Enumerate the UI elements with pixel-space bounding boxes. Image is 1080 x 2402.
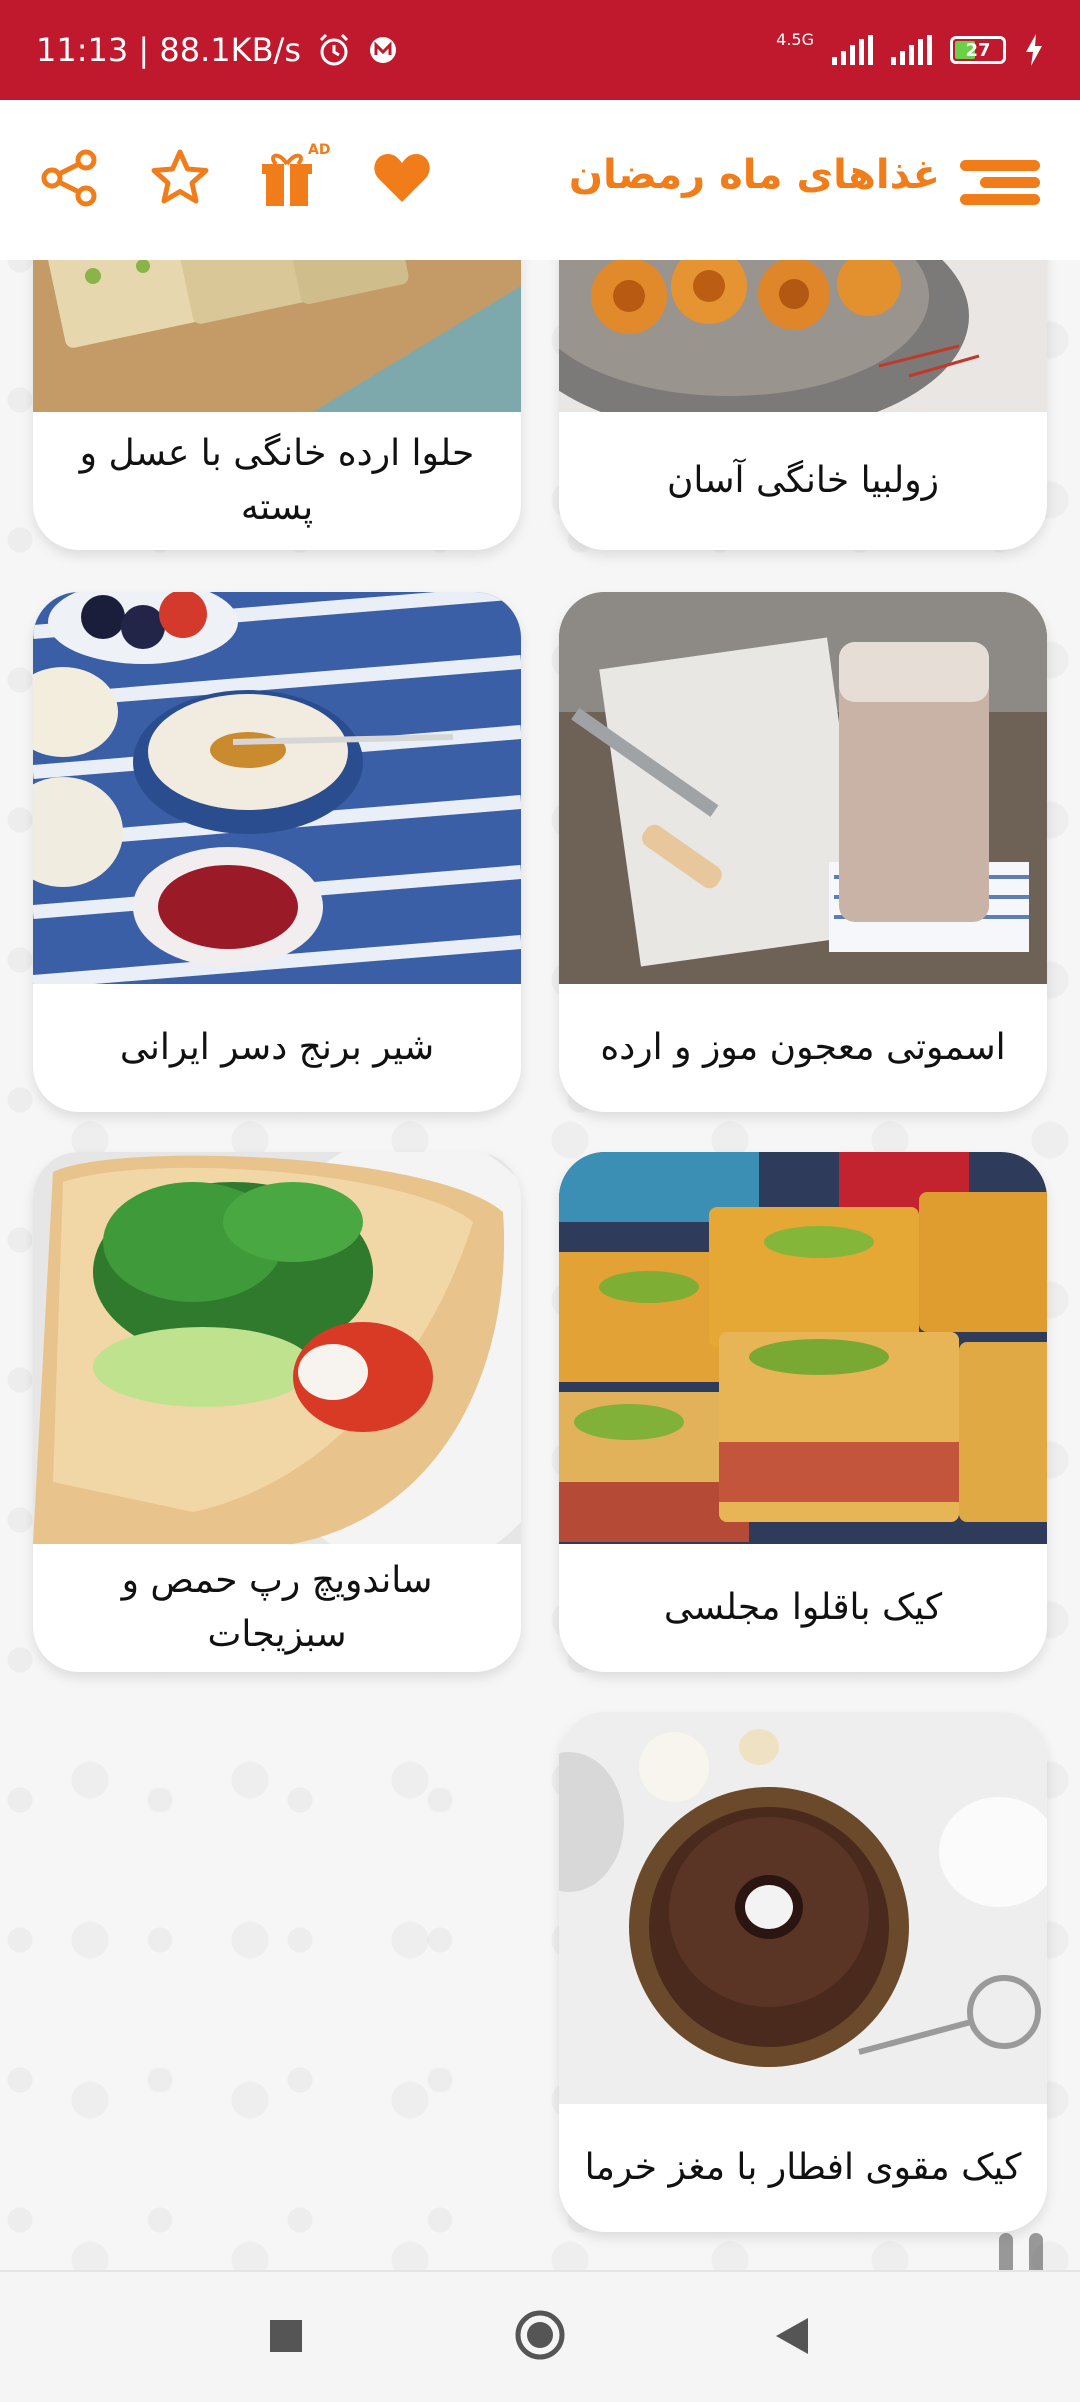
battery-icon: 27 [950, 36, 1006, 64]
recipe-card[interactable]: حلوا ارده خانگی با عسل و پسته [33, 260, 521, 550]
recipe-image-zoolbia [559, 260, 1047, 412]
recipe-image-halva [33, 260, 521, 412]
recipe-grid: زولبیا خانگی آسان حلوا ارده خانگی با عسل… [0, 260, 1080, 2270]
star-icon[interactable] [148, 146, 212, 210]
recipe-card[interactable]: زولبیا خانگی آسان [559, 260, 1047, 550]
signal-icon-2 [891, 35, 932, 65]
recipe-card[interactable]: ساندویچ رپ حمص و سبزیجات [33, 1152, 521, 1672]
recipe-image-hummus-wrap [33, 1152, 521, 1544]
ad-badge: AD [308, 142, 331, 158]
back-icon[interactable] [770, 2314, 814, 2358]
recipe-image-baklava-cake [559, 1152, 1047, 1544]
recipe-title: زولبیا خانگی آسان [666, 460, 940, 501]
status-time: 11:13 | 88.1KB/s [36, 31, 301, 69]
recipe-image-smoothie [559, 592, 1047, 984]
signal-icon [832, 35, 873, 65]
charging-icon [1026, 34, 1042, 66]
recents-icon[interactable] [266, 2316, 306, 2356]
status-bar: 11:13 | 88.1KB/s 4.5G 27 [0, 0, 1080, 100]
share-icon[interactable] [38, 146, 102, 210]
system-navigation-bar [0, 2270, 1080, 2402]
recipe-title: کیک مقوی افطار با مغز خرما [584, 2147, 1022, 2188]
home-icon[interactable] [513, 2308, 567, 2362]
app-bar: AD غذاهای ماه رمضان [0, 100, 1080, 260]
alarm-icon [319, 33, 349, 66]
battery-level: 27 [965, 39, 991, 61]
network-type: 4.5G [776, 30, 814, 49]
menu-icon[interactable] [960, 160, 1040, 206]
notification-m-icon [369, 37, 396, 63]
recipe-image-date-cake [559, 1712, 1047, 2104]
recipe-card[interactable]: اسموتی معجون موز و ارده [559, 592, 1047, 1112]
recipe-card[interactable]: کیک باقلوا مجلسی [559, 1152, 1047, 1672]
recipe-title: شیر برنج دسر ایرانی [119, 1027, 435, 1068]
recipe-title: حلوا ارده خانگی با عسل و پسته [79, 433, 475, 528]
recipe-image-rice-pudding [33, 592, 521, 984]
recipe-card[interactable]: کیک مقوی افطار با مغز خرما [559, 1712, 1047, 2232]
recipe-title: ساندویچ رپ حمص و سبزیجات [121, 1560, 433, 1655]
page-title: غذاهای ماه رمضان [568, 152, 940, 198]
recipe-card[interactable]: شیر برنج دسر ایرانی [33, 592, 521, 1112]
heart-icon[interactable] [370, 146, 434, 210]
recipe-title: کیک باقلوا مجلسی [663, 1587, 943, 1628]
recipe-title: اسموتی معجون موز و ارده [600, 1027, 1006, 1068]
